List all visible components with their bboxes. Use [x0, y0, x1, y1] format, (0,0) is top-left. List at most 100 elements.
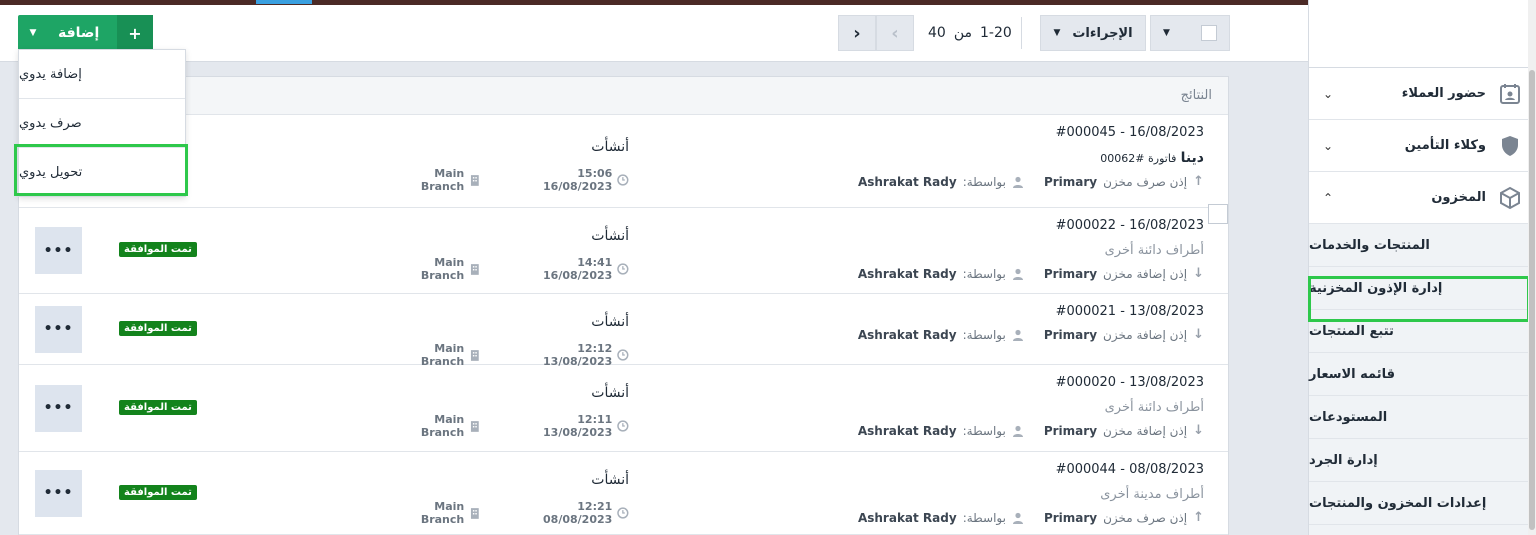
- status-badge: تمت الموافقة: [119, 242, 197, 257]
- user-icon: [1012, 329, 1023, 341]
- row-branch-wrap: Main Branch: [389, 256, 481, 282]
- building-icon: [471, 421, 479, 432]
- scrollbar[interactable]: [1528, 0, 1536, 535]
- row-date-number[interactable]: 13/08/2023 - #000021: [858, 304, 1204, 319]
- row-details: 16/08/2023 - #000045 دينا فاتورة #00062 ↑ إ…: [858, 125, 1204, 189]
- row-user: Ashrakat Rady: [857, 327, 957, 342]
- table-row[interactable]: 13/08/2023 - #000020 أطراف دائنة أخرى ↓ إذن…: [19, 365, 1228, 452]
- row-user: Ashrakat Rady: [857, 266, 957, 281]
- status-badge: تمت الموافقة: [119, 320, 197, 336]
- results-heading: النتائج: [19, 77, 1228, 115]
- row-status: أنشأت 12:11 13/08/2023 Main Branch: [389, 385, 629, 439]
- select-all-checkbox[interactable]: [1201, 25, 1217, 41]
- row-party: دينا فاتورة #00062: [858, 150, 1204, 166]
- table-row[interactable]: 13/08/2023 - #000021 ↓ إذن إضافة مخزن Prima…: [19, 294, 1228, 368]
- row-details: 13/08/2023 - #000021 ↓ إذن إضافة مخزن Prima…: [858, 304, 1204, 342]
- clock-icon: [617, 420, 629, 432]
- actions-button[interactable]: الإجراءات ▼: [1040, 15, 1146, 51]
- prev-page-button[interactable]: ‹: [876, 15, 914, 51]
- row-warehouse: Primary: [1043, 266, 1098, 281]
- sidebar-item-label: المخزون: [1431, 190, 1486, 205]
- building-icon: [471, 264, 479, 275]
- user-icon: [1012, 512, 1023, 524]
- row-datetime-wrap: 12:11 13/08/2023: [507, 413, 629, 439]
- clock-icon: [617, 263, 629, 275]
- next-page-button[interactable]: ›: [838, 15, 876, 51]
- building-icon: [471, 175, 479, 186]
- chevron-down-icon: ⌄: [1323, 86, 1334, 101]
- pagination-range: 1-20: [979, 25, 1012, 41]
- user-icon: [1012, 425, 1023, 437]
- sidebar-item-customer-attendance[interactable]: حضور العملاء ⌄: [1309, 68, 1536, 120]
- row-status-text: أنشأت: [591, 314, 629, 330]
- toolbar-divider: [1021, 17, 1022, 49]
- row-user: Ashrakat Rady: [857, 174, 957, 189]
- scrollbar-thumb[interactable]: [1529, 70, 1535, 530]
- row-by-label: بواسطة:: [962, 423, 1006, 438]
- sidebar-subitem-price-lists[interactable]: قائمه الاسعار: [1309, 353, 1536, 396]
- sidebar-item-insurance-agents[interactable]: وكلاء التأمين ⌄: [1309, 120, 1536, 172]
- sidebar-subitem-warehouses[interactable]: المستودعات: [1309, 396, 1536, 439]
- menu-item-manual-issue[interactable]: صرف يدوي: [19, 99, 185, 148]
- arrow-down-icon: ↓: [1193, 266, 1204, 281]
- row-datetime-wrap: 15:06 16/08/2023: [507, 167, 629, 193]
- row-warehouse: Primary: [1043, 510, 1098, 525]
- row-date-number[interactable]: 08/08/2023 - #000044: [858, 462, 1204, 477]
- row-details: 13/08/2023 - #000020 أطراف دائنة أخرى ↓ إذن…: [858, 375, 1204, 438]
- table-row[interactable]: 16/08/2023 - #000045 دينا فاتورة #00062 ↑ إ…: [19, 115, 1228, 208]
- row-user: Ashrakat Rady: [857, 510, 957, 525]
- row-date-number[interactable]: 16/08/2023 - #000045: [858, 125, 1204, 140]
- row-branch-wrap: Main Branch: [389, 167, 481, 193]
- row-user: Ashrakat Rady: [857, 423, 957, 438]
- row-type-line: ↑ إذن صرف مخزن Primary بواسطة: Ashrakat Rady: [858, 174, 1204, 189]
- row-datetime-wrap: 12:21 08/08/2023: [507, 500, 629, 526]
- sidebar: حضور العملاء ⌄ وكلاء التأمين ⌄ المخزون ⌃…: [1308, 0, 1536, 535]
- more-options-button[interactable]: •••: [35, 469, 82, 517]
- add-button[interactable]: + إضافة ▼: [18, 15, 153, 51]
- row-status: أنشأت 15:06 16/08/2023 Main Branch: [389, 139, 629, 193]
- row-type-line: ↓ إذن إضافة مخزن Primary بواسطة: Ashrakat Ra…: [858, 327, 1204, 342]
- row-type: إذن صرف مخزن: [1103, 174, 1188, 189]
- table-row[interactable]: 08/08/2023 - #000044 أطراف مدينة أخرى ↑ إذن…: [19, 452, 1228, 535]
- row-warehouse: Primary: [1043, 423, 1098, 438]
- row-branch-wrap: Main Branch: [389, 413, 481, 439]
- building-icon: [471, 350, 479, 361]
- more-options-button[interactable]: •••: [35, 227, 82, 274]
- select-all-button[interactable]: ▼: [1150, 15, 1230, 51]
- clock-icon: [617, 174, 629, 186]
- row-type-line: ↓ إذن إضافة مخزن Primary بواسطة: Ashrakat Ra…: [858, 266, 1204, 281]
- row-type: إذن صرف مخزن: [1103, 510, 1188, 525]
- row-type-line: ↓ إذن إضافة مخزن Primary بواسطة: Ashrakat Ra…: [858, 423, 1204, 438]
- row-checkbox[interactable]: [1208, 204, 1228, 224]
- row-date-number[interactable]: 16/08/2023 - #000022: [858, 218, 1204, 233]
- row-date-number[interactable]: 13/08/2023 - #000020: [858, 375, 1204, 390]
- arrow-down-icon: ↓: [1193, 327, 1204, 342]
- row-branch: Main Branch: [420, 500, 465, 526]
- row-details: 16/08/2023 - #000022 أطراف دائنة أخرى ↓ إذن…: [858, 218, 1204, 281]
- row-status: أنشأت 12:21 08/08/2023 Main Branch: [389, 472, 629, 526]
- sidebar-item-inventory[interactable]: المخزون ⌃: [1309, 172, 1536, 224]
- sidebar-subitem-stocktaking[interactable]: إدارة الجرد: [1309, 439, 1536, 482]
- sidebar-subitem-products-services[interactable]: المنتجات والخدمات: [1309, 224, 1536, 267]
- row-status-text: أنشأت: [591, 139, 629, 155]
- row-datetime: 14:41 16/08/2023: [543, 256, 613, 282]
- row-party: أطراف دائنة أخرى: [1104, 243, 1204, 258]
- clock-icon: [617, 349, 629, 361]
- row-datetime-wrap: 14:41 16/08/2023: [507, 256, 629, 282]
- row-warehouse: Primary: [1043, 327, 1098, 342]
- row-datetime: 15:06 16/08/2023: [543, 167, 613, 193]
- caret-down-icon[interactable]: ▼: [1163, 28, 1170, 38]
- menu-item-manual-add[interactable]: إضافة يدوي: [19, 50, 185, 99]
- caret-down-icon[interactable]: ▼: [18, 15, 48, 51]
- table-row[interactable]: 16/08/2023 - #000022 أطراف دائنة أخرى ↓ إذن…: [19, 204, 1228, 294]
- row-by-label: بواسطة:: [962, 510, 1006, 525]
- row-meta: 14:41 16/08/2023 Main Branch: [389, 256, 629, 282]
- clock-icon: [617, 507, 629, 519]
- sidebar-subitem-inventory-settings[interactable]: إعدادات المخزون والمنتجات: [1309, 482, 1536, 525]
- more-options-button[interactable]: •••: [35, 305, 82, 353]
- more-options-button[interactable]: •••: [35, 384, 82, 432]
- shield-icon: [1502, 135, 1518, 156]
- box-icon: [1500, 186, 1520, 209]
- toolbar: + إضافة ▼ › ‹ 1-20 من 40 الإجراءات ▼ ▼: [0, 5, 1308, 62]
- plus-icon[interactable]: +: [117, 15, 153, 51]
